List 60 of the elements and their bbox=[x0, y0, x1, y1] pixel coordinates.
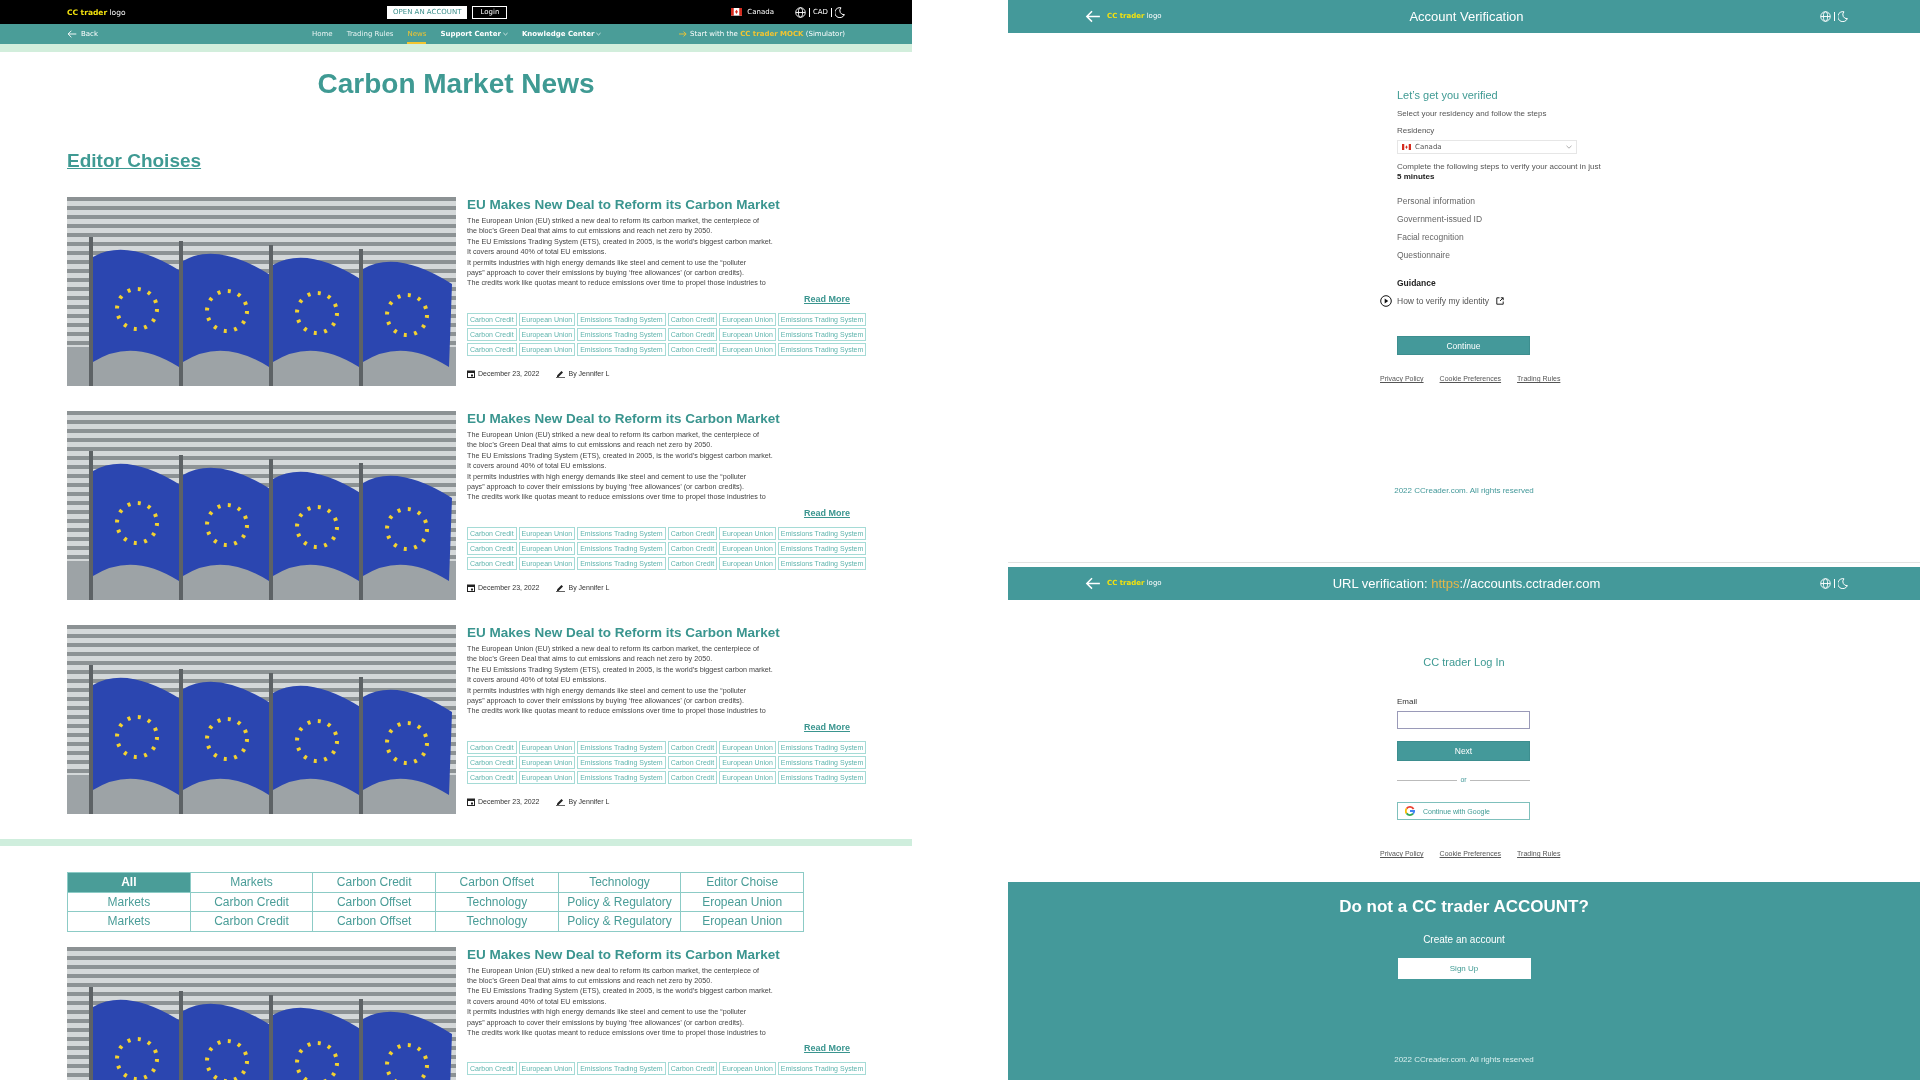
step-item: Questionnaire bbox=[1397, 250, 1451, 260]
play-icon[interactable] bbox=[1380, 295, 1392, 307]
calendar-icon bbox=[467, 369, 475, 378]
email-field[interactable] bbox=[1397, 711, 1530, 729]
g-logo-icon bbox=[1405, 806, 1415, 816]
filter-tab[interactable]: Markets bbox=[67, 911, 191, 932]
step-item: Government-issued ID bbox=[1397, 214, 1483, 224]
divider-bar bbox=[1834, 12, 1835, 21]
pen-icon bbox=[556, 583, 566, 593]
chevron-icon bbox=[1566, 145, 1572, 149]
divider-bar bbox=[808, 7, 810, 17]
step-item: Personal information bbox=[1397, 196, 1476, 206]
back-arrow-icon[interactable] bbox=[67, 30, 77, 38]
caret-icon bbox=[502, 32, 508, 36]
field-label: Email bbox=[1397, 697, 1417, 707]
caret-icon bbox=[596, 32, 602, 36]
section-title[interactable]: Editor Choises bbox=[67, 150, 202, 172]
pen-icon bbox=[556, 797, 566, 807]
pen-icon bbox=[556, 369, 566, 379]
article-title[interactable]: EU Makes New Deal to Reform its Carbon Market bbox=[467, 625, 867, 641]
external-link-icon[interactable] bbox=[1496, 297, 1505, 305]
globe-icon[interactable] bbox=[794, 6, 806, 18]
arrow-right-icon bbox=[679, 31, 688, 37]
page-title: Carbon Market News bbox=[316, 67, 596, 101]
instruction-text: Select your residency and follow the steps bbox=[1397, 109, 1547, 119]
copyright-text: 2022 CCreader.com. All rights reserved bbox=[1394, 486, 1534, 496]
guide-link[interactable]: How to verify my identity bbox=[1397, 296, 1490, 306]
flag-icon bbox=[1402, 143, 1411, 151]
read-more-link[interactable]: Read More bbox=[804, 506, 850, 519]
copyright-text: 2022 CCreader.com. All rights reserved bbox=[1394, 1055, 1534, 1065]
flag-icon bbox=[731, 8, 743, 16]
signup-text: Create an account bbox=[1423, 934, 1505, 946]
field-label: Residency bbox=[1397, 126, 1435, 136]
window-title: Account Verification bbox=[1409, 8, 1524, 25]
step-item: Facial recognition bbox=[1397, 232, 1465, 242]
filter-tab[interactable]: Editor Choise bbox=[680, 872, 805, 893]
calendar-icon bbox=[467, 797, 475, 806]
divider-bar bbox=[1834, 579, 1835, 588]
filter-tab[interactable]: All bbox=[67, 872, 191, 893]
article-title[interactable]: EU Makes New Deal to Reform its Carbon Market bbox=[467, 411, 867, 427]
form-heading: CC trader Log In bbox=[1423, 655, 1505, 669]
moon-icon[interactable] bbox=[835, 6, 845, 18]
read-more-link[interactable]: Read More bbox=[804, 1042, 850, 1055]
calendar-icon bbox=[467, 583, 475, 592]
back-arrow-icon[interactable] bbox=[1085, 577, 1101, 590]
read-more-link[interactable]: Read More bbox=[804, 720, 850, 733]
article-title[interactable]: EU Makes New Deal to Reform its Carbon Market bbox=[467, 946, 867, 963]
instruction-text: Complete the following steps to verify your account in just 5 minutes bbox=[1397, 162, 1601, 182]
filter-tab[interactable]: Eropean Union bbox=[680, 911, 805, 932]
next-button[interactable]: Next bbox=[1397, 741, 1530, 761]
back-arrow-icon[interactable] bbox=[1085, 10, 1101, 23]
divider-bar bbox=[831, 7, 832, 17]
read-more-link[interactable]: Read More bbox=[804, 292, 850, 305]
form-heading: Let’s get you verified bbox=[1397, 88, 1498, 102]
window-title: URL verification: https://accounts.cctrader.com bbox=[1332, 575, 1601, 592]
signup-heading: Do not a CC trader ACCOUNT? bbox=[1339, 897, 1589, 917]
article-title[interactable]: EU Makes New Deal to Reform its Carbon Market bbox=[467, 197, 867, 213]
guidance-heading: Guidance bbox=[1397, 278, 1436, 288]
sign-up-button[interactable]: Sign Up bbox=[1397, 958, 1531, 979]
continue-button[interactable]: Continue bbox=[1397, 336, 1530, 355]
